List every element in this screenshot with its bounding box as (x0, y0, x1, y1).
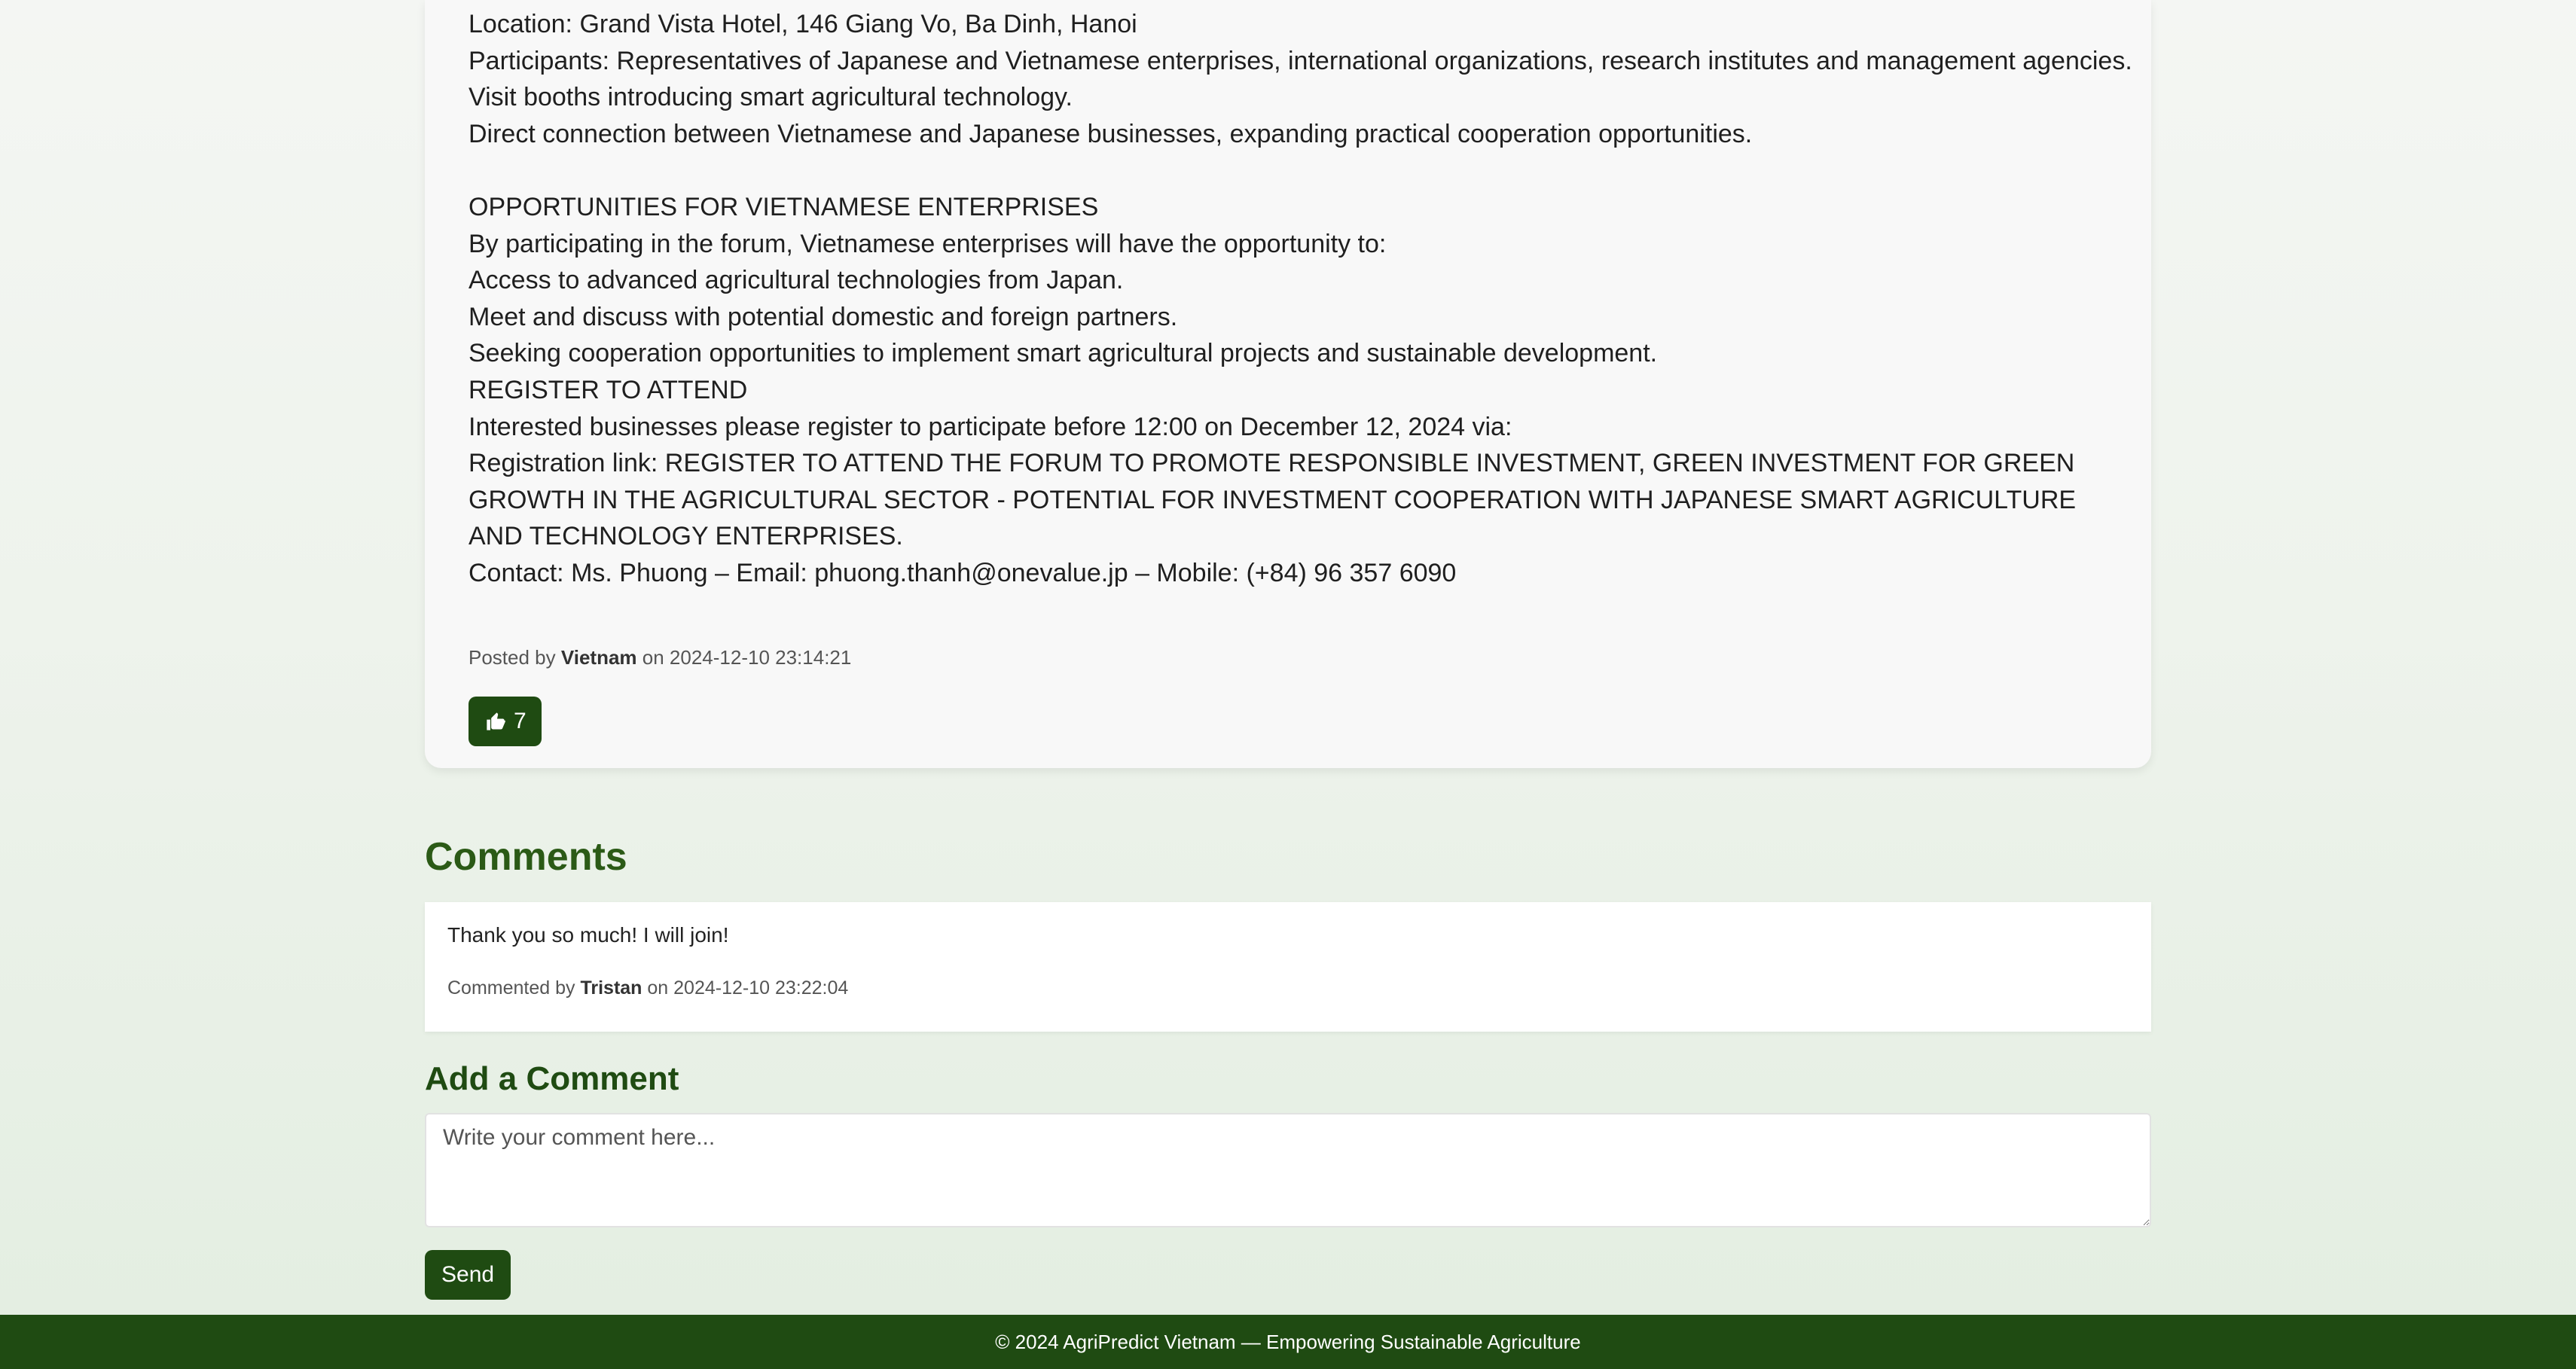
comment-meta: Commented by Tristan on 2024-12-10 23:22… (447, 977, 2129, 999)
main-content: Location: Grand Vista Hotel, 146 Giang V… (425, 0, 2151, 1300)
thumbs-up-icon (487, 712, 505, 730)
comment-text: Thank you so much! I will join! (447, 923, 729, 947)
post-line-meet: Meet and discuss with potential domestic… (469, 302, 1178, 331)
comment-meta-mid: on (642, 977, 674, 999)
comment-timestamp: 2024-12-10 23:22:04 (673, 977, 849, 999)
post-author: Vietnam (560, 645, 637, 669)
post-line-registration-link: Registration link: REGISTER TO ATTEND TH… (469, 449, 2077, 551)
comments-heading: Comments (425, 835, 627, 879)
post-card: Location: Grand Vista Hotel, 146 Giang V… (425, 0, 2151, 768)
comment-item: Thank you so much! I will join! Commente… (425, 902, 2151, 1032)
post-section-opportunities: OPPORTUNITIES FOR VIETNAMESE ENTERPRISES (469, 192, 1099, 221)
add-comment-heading: Add a Comment (425, 1060, 679, 1097)
post-line-seeking: Seeking cooperation opportunities to imp… (469, 339, 1658, 368)
comment-meta-prefix: Commented by (447, 977, 581, 999)
send-button[interactable]: Send (425, 1250, 511, 1300)
post-spacer (469, 152, 2107, 189)
post-line-deadline: Interested businesses please register to… (469, 412, 1512, 441)
like-count: 7 (514, 708, 526, 733)
post-line-connection: Direct connection between Vietnamese and… (469, 119, 1753, 148)
post-body: Location: Grand Vista Hotel, 146 Giang V… (469, 6, 2132, 592)
post-line-intro: By participating in the forum, Vietnames… (469, 229, 1387, 258)
footer-text: © 2024 AgriPredict Vietnam — Empowering … (995, 1330, 1581, 1353)
post-line-contact: Contact: Ms. Phuong – Email: phuong.than… (469, 558, 1457, 587)
footer: © 2024 AgriPredict Vietnam — Empowering … (0, 1315, 2576, 1369)
comment-input[interactable] (425, 1113, 2151, 1227)
post-line-access: Access to advanced agricultural technolo… (469, 266, 1124, 295)
comment-author: Tristan (580, 977, 642, 999)
post-line-participants: Participants: Representatives of Japanes… (469, 46, 2132, 75)
like-button[interactable]: 7 (469, 696, 542, 746)
post-meta: Posted by Vietnam on 2024-12-10 23:14:21 (469, 646, 2107, 669)
post-section-register: REGISTER TO ATTEND (469, 375, 748, 404)
post-line-booths: Visit booths introducing smart agricultu… (469, 83, 1073, 112)
post-line-location: Location: Grand Vista Hotel, 146 Giang V… (469, 10, 1137, 38)
post-meta-mid: on (636, 645, 670, 669)
post-timestamp: 2024-12-10 23:14:21 (669, 645, 852, 669)
post-meta-prefix: Posted by (469, 645, 561, 669)
